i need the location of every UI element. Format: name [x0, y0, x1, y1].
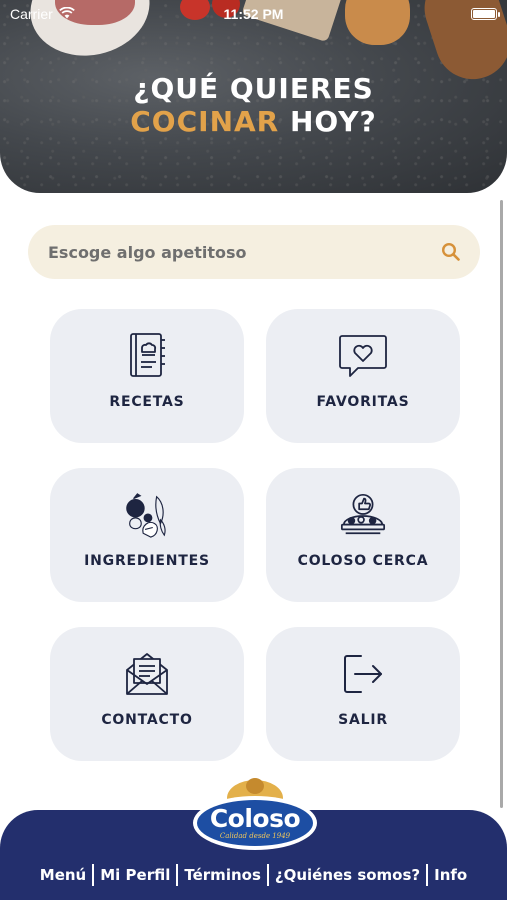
- heart-chat-icon: [338, 329, 388, 383]
- logo-name: Coloso: [209, 804, 301, 833]
- hero-title-line1: ¿QUÉ QUIERES: [133, 72, 374, 105]
- logo-tagline: Calidad desde 1949: [219, 832, 291, 840]
- search-bar[interactable]: [28, 225, 480, 279]
- contacto-label: CONTACTO: [101, 712, 193, 728]
- footer-link-menu[interactable]: Menú: [40, 866, 86, 884]
- contacto-tile[interactable]: CONTACTO: [50, 627, 244, 761]
- logo-strongman-head: [246, 778, 264, 794]
- envelope-icon: [122, 647, 172, 701]
- status-bar: Carrier 11:52 PM: [0, 0, 507, 28]
- footer-link-info[interactable]: Info: [434, 866, 467, 884]
- footer-link-terminos[interactable]: Términos: [184, 866, 261, 884]
- salir-tile[interactable]: SALIR: [266, 627, 460, 761]
- footer-links: Menú Mi Perfil Términos ¿Quiénes somos? …: [0, 864, 507, 886]
- recipe-book-icon: [122, 329, 172, 383]
- coloso-cerca-label: COLOSO CERCA: [297, 553, 429, 569]
- hero-title: ¿QUÉ QUIERES COCINAR HOY?: [0, 72, 507, 138]
- hero-title-rest: HOY?: [289, 105, 377, 138]
- footer-link-quienes-somos[interactable]: ¿Quiénes somos?: [275, 866, 420, 884]
- favoritas-label: FAVORITAS: [316, 394, 410, 410]
- battery-level: [473, 10, 495, 18]
- recetas-tile[interactable]: RECETAS: [50, 309, 244, 443]
- logout-icon: [338, 647, 388, 701]
- coloso-logo[interactable]: Coloso Calidad desde 1949: [193, 778, 317, 852]
- footer-separator: [176, 864, 179, 886]
- battery-icon: [471, 8, 500, 20]
- footer-separator: [92, 864, 95, 886]
- logo-badge-inner: Coloso Calidad desde 1949: [197, 800, 313, 846]
- salir-label: SALIR: [338, 712, 388, 728]
- hero-banner: ¿QUÉ QUIERES COCINAR HOY?: [0, 0, 507, 193]
- ingredientes-label: INGREDIENTES: [84, 553, 210, 569]
- search-icon[interactable]: [440, 241, 462, 263]
- store-thumbs-up-icon: [338, 488, 388, 542]
- search-input[interactable]: [48, 242, 440, 262]
- ingredientes-tile[interactable]: INGREDIENTES: [50, 468, 244, 602]
- footer-separator: [426, 864, 429, 886]
- scroll-indicator[interactable]: [500, 200, 503, 808]
- favoritas-tile[interactable]: FAVORITAS: [266, 309, 460, 443]
- vegetables-icon: [122, 488, 172, 542]
- footer-separator: [266, 864, 269, 886]
- logo-badge: Coloso Calidad desde 1949: [193, 796, 317, 850]
- hero-title-line2: COCINAR HOY?: [0, 105, 507, 138]
- coloso-cerca-tile[interactable]: COLOSO CERCA: [266, 468, 460, 602]
- status-time: 11:52 PM: [223, 6, 284, 22]
- footer-link-perfil[interactable]: Mi Perfil: [100, 866, 170, 884]
- recetas-label: RECETAS: [109, 394, 185, 410]
- hero-title-accent: COCINAR: [130, 105, 280, 138]
